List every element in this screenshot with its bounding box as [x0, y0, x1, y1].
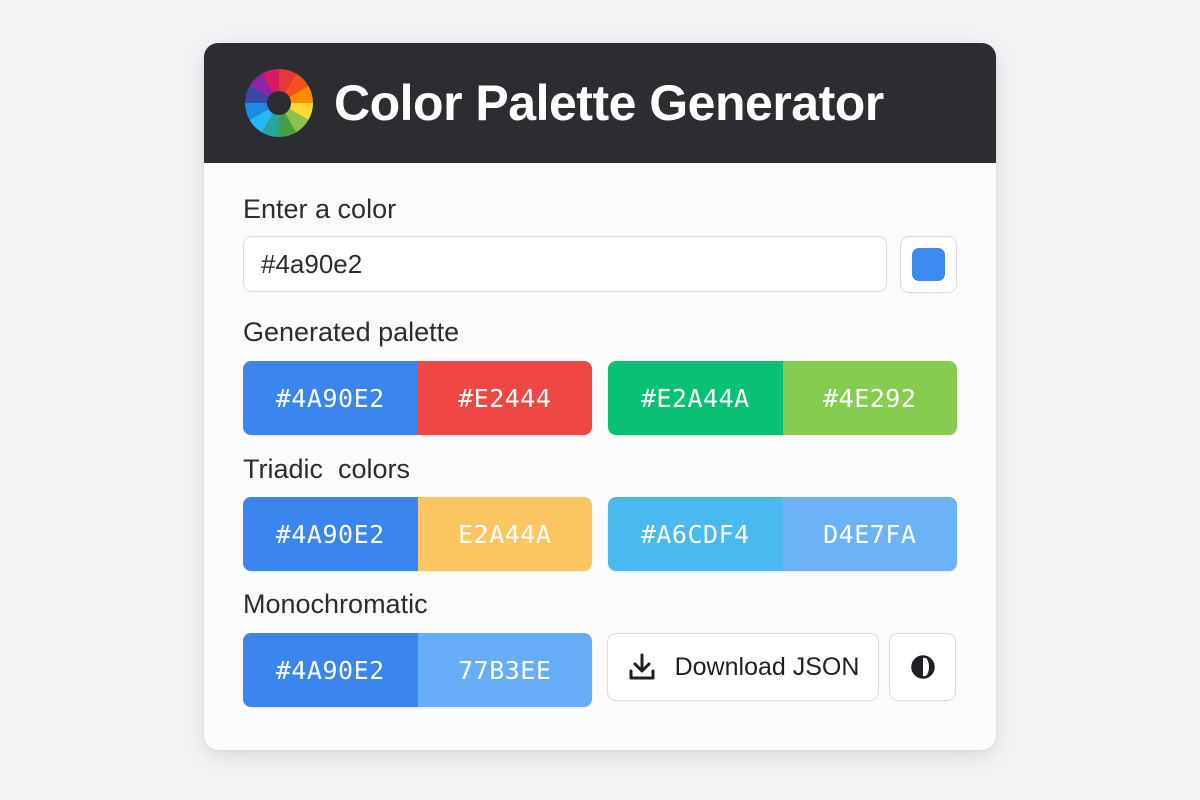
color-input-label: Enter a color	[243, 194, 397, 224]
download-json-button[interactable]: Download JSON	[607, 633, 879, 701]
app-header: Color Palette Generator	[204, 43, 996, 163]
swatch-generated-3[interactable]: #E2A44A	[608, 361, 783, 435]
swatch-generated-4[interactable]: #4E292	[782, 361, 957, 435]
triadic-pair-1: #4A90E2 E2A44A	[243, 497, 592, 571]
color-picker-button[interactable]	[900, 236, 957, 293]
swatch-mono-2[interactable]: 77B3EE	[417, 633, 592, 707]
triadic-colors-label: Triadic colors	[243, 454, 411, 484]
swatch-mono-1[interactable]: #4A90E2	[243, 633, 418, 707]
swatch-triadic-3[interactable]: #A6CDF4	[608, 497, 783, 571]
generated-pair-1: #4A90E2 #E2444	[243, 361, 592, 435]
color-input[interactable]	[243, 236, 887, 292]
monochromatic-label: Monochromatic	[243, 589, 428, 619]
generated-pair-2: #E2A44A #4E292	[608, 361, 957, 435]
swatch-triadic-4[interactable]: D4E7FA	[782, 497, 957, 571]
triadic-pair-2: #A6CDF4 D4E7FA	[608, 497, 957, 571]
swatch-triadic-2[interactable]: E2A44A	[417, 497, 592, 571]
color-wheel-icon	[245, 69, 313, 137]
swatch-generated-2[interactable]: #E2444	[417, 361, 592, 435]
download-icon	[629, 653, 655, 680]
palette-card: Color Palette Generator Enter a color Ge…	[204, 43, 996, 750]
swatch-generated-1[interactable]: #4A90E2	[243, 361, 418, 435]
swatch-triadic-1[interactable]: #4A90E2	[243, 497, 418, 571]
download-json-label: Download JSON	[674, 652, 860, 681]
theme-toggle-button[interactable]	[889, 633, 956, 701]
contrast-icon	[910, 655, 935, 679]
color-picker-swatch	[912, 248, 945, 281]
app-title: Color Palette Generator	[334, 75, 884, 131]
monochromatic-pair: #4A90E2 77B3EE	[243, 633, 592, 707]
generated-palette-label: Generated palette	[243, 317, 460, 347]
